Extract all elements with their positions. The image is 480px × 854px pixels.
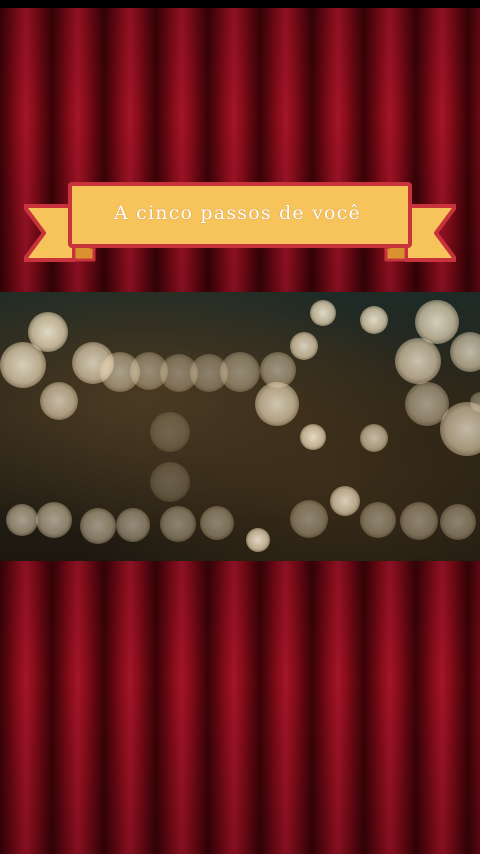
bokeh-lights-image (0, 292, 480, 561)
bokeh-light (360, 424, 388, 452)
bokeh-light (440, 504, 476, 540)
bokeh-light (300, 424, 326, 450)
bokeh-light (255, 382, 299, 426)
bokeh-light (360, 306, 388, 334)
bokeh-light (116, 508, 150, 542)
bokeh-light (36, 502, 72, 538)
curtain-bottom (0, 561, 480, 854)
bokeh-light (290, 500, 328, 538)
banner-title: A cinco passos de você (114, 202, 361, 224)
bokeh-light (80, 508, 116, 544)
bokeh-light (160, 506, 196, 542)
bokeh-light (200, 506, 234, 540)
bokeh-light (246, 528, 270, 552)
bokeh-light (150, 412, 190, 452)
bokeh-light (0, 342, 46, 388)
title-banner: A cinco passos de você (24, 180, 456, 264)
bokeh-light (6, 504, 38, 536)
bokeh-light (330, 486, 360, 516)
bokeh-light (395, 338, 441, 384)
bokeh-light (290, 332, 318, 360)
bokeh-light (150, 462, 190, 502)
bokeh-light (310, 300, 336, 326)
bokeh-light (450, 332, 480, 372)
bokeh-light (360, 502, 396, 538)
bokeh-light (400, 502, 438, 540)
bokeh-light (40, 382, 78, 420)
bokeh-light (220, 352, 260, 392)
